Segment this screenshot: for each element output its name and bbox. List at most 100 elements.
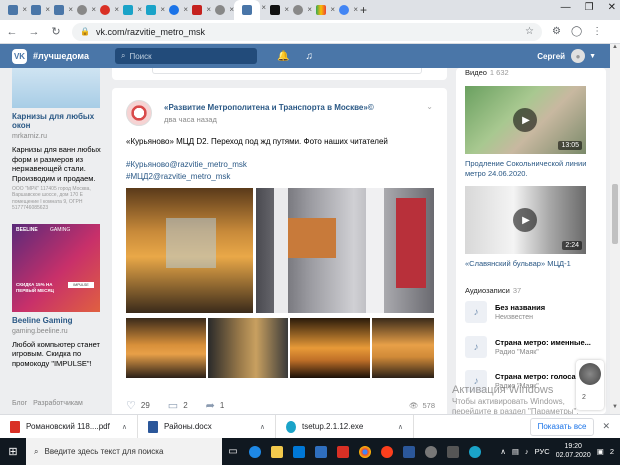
- post-photo[interactable]: [290, 318, 370, 378]
- bell-icon[interactable]: 🔔: [277, 51, 289, 62]
- profile-icon[interactable]: ◯: [571, 26, 582, 37]
- mail-icon[interactable]: [310, 438, 332, 465]
- post-time[interactable]: два часа назад: [164, 115, 217, 124]
- share-button[interactable]: ➦ 1: [206, 399, 225, 412]
- track-artist[interactable]: Радио "Маяк": [495, 349, 539, 356]
- music-note-icon[interactable]: ♪: [465, 301, 487, 323]
- avatar[interactable]: [579, 363, 601, 385]
- audio-track[interactable]: ♪ Страна метро: именные... Радио "Маяк": [465, 336, 605, 360]
- maximize-icon[interactable]: ❐: [585, 2, 594, 13]
- tab-4[interactable]: ×: [96, 2, 119, 18]
- folder-icon[interactable]: [266, 438, 288, 465]
- chevron-up-icon[interactable]: ∧: [398, 423, 403, 431]
- globe-icon[interactable]: [420, 438, 442, 465]
- music-icon[interactable]: ♫: [305, 51, 313, 62]
- tab-9[interactable]: ×: [211, 2, 234, 18]
- tab-14[interactable]: ×: [335, 2, 358, 18]
- chevron-down-icon[interactable]: ▼: [589, 53, 596, 60]
- ad-title[interactable]: Карнизы для любых окон: [12, 112, 104, 130]
- feed-input[interactable]: [152, 68, 422, 74]
- post-photo[interactable]: [208, 318, 288, 378]
- download-item[interactable]: Районы.docx ∧: [138, 414, 276, 439]
- chrome-icon[interactable]: [354, 438, 376, 465]
- video-title[interactable]: «Славянский бульвар» МЦД-1: [465, 259, 590, 269]
- word-icon[interactable]: [398, 438, 420, 465]
- page-scrollbar[interactable]: ▲ ▼: [610, 44, 620, 414]
- extension-icon[interactable]: ⚙: [552, 26, 561, 37]
- tab-8[interactable]: ×: [188, 2, 211, 18]
- reload-icon[interactable]: ↻: [50, 25, 62, 38]
- video-thumb[interactable]: ▶ 13:05: [465, 86, 586, 154]
- chevron-up-icon[interactable]: ∧: [122, 423, 127, 431]
- clock[interactable]: 19:20 02.07.2020: [556, 443, 591, 460]
- hashtag-link[interactable]: #Курьяново@razvitie_metro_msk: [126, 160, 247, 169]
- close-icon[interactable]: ✕: [602, 421, 610, 432]
- comment-button[interactable]: ▭ 2: [168, 399, 188, 412]
- audio-heading[interactable]: Аудиозаписи 37: [465, 286, 521, 295]
- tab-6[interactable]: ×: [142, 2, 165, 18]
- network-icon[interactable]: ▤: [512, 447, 519, 456]
- ad-title[interactable]: Beeline Gaming: [12, 316, 104, 325]
- tab-12[interactable]: ×: [289, 2, 312, 18]
- scroll-down-icon[interactable]: ▼: [610, 404, 620, 414]
- chevron-up-icon[interactable]: ∧: [500, 447, 506, 456]
- download-item[interactable]: tsetup.2.1.12.exe ∧: [276, 414, 414, 439]
- telegram-icon[interactable]: [464, 438, 486, 465]
- header-tag[interactable]: #лучшедома: [33, 51, 115, 61]
- windows-start-icon[interactable]: ⊞: [0, 438, 26, 465]
- play-icon[interactable]: ▶: [513, 108, 537, 132]
- ad-domain[interactable]: mrkarniz.ru: [12, 133, 104, 140]
- menu-icon[interactable]: ⋮: [592, 26, 602, 37]
- scroll-thumb[interactable]: [612, 184, 618, 244]
- tab-1[interactable]: ×: [27, 2, 50, 18]
- volume-icon[interactable]: ♪: [525, 447, 529, 456]
- language-indicator[interactable]: РУС: [535, 447, 550, 456]
- tab-active[interactable]: ×: [234, 0, 266, 20]
- ad-domain[interactable]: gaming.beeline.ru: [12, 328, 104, 335]
- post-photo[interactable]: [256, 188, 434, 313]
- ad-image[interactable]: BEELINE GAMING СКИДКА 15% НА ПЕРВЫЙ МЕСЯ…: [12, 223, 100, 312]
- hashtag-link[interactable]: #МЦД2@razvitie_metro_msk: [126, 172, 230, 181]
- chevron-up-icon[interactable]: ∧: [260, 423, 265, 431]
- like-button[interactable]: ♡ 29: [126, 399, 150, 412]
- post-author[interactable]: «Развитие Метрополитена и Транспорта в М…: [164, 103, 374, 112]
- user-name[interactable]: Сергей: [537, 52, 565, 61]
- post-photo[interactable]: [126, 188, 253, 313]
- ad-image[interactable]: [12, 68, 100, 108]
- footer-link[interactable]: Разработчикам: [33, 400, 83, 407]
- vk-logo-icon[interactable]: VK: [12, 48, 27, 64]
- play-icon[interactable]: ▶: [513, 208, 537, 232]
- tab-5[interactable]: ×: [119, 2, 142, 18]
- store-icon[interactable]: [288, 438, 310, 465]
- post-photo[interactable]: [372, 318, 434, 378]
- task-view-icon[interactable]: ▭: [222, 438, 244, 465]
- yandex-icon[interactable]: [376, 438, 398, 465]
- track-artist[interactable]: Неизвестен: [495, 314, 533, 321]
- videos-heading[interactable]: Видео 1 632: [465, 68, 509, 77]
- minimize-icon[interactable]: —: [561, 2, 571, 13]
- url-input[interactable]: 🔒 vk.com/razvitie_metro_msk ☆: [72, 22, 542, 41]
- show-all-button[interactable]: Показать все: [529, 417, 595, 436]
- tab-11[interactable]: ×: [266, 2, 289, 18]
- download-item[interactable]: Романовский 118....pdf ∧: [0, 414, 138, 439]
- tab-2[interactable]: ×: [50, 2, 73, 18]
- app-icon[interactable]: [332, 438, 354, 465]
- video-title[interactable]: Продление Сокольнической линии метро 24.…: [465, 159, 590, 179]
- post-photo[interactable]: [126, 318, 206, 378]
- forward-icon[interactable]: →: [28, 26, 40, 38]
- tab-7[interactable]: ×: [165, 2, 188, 18]
- audio-track[interactable]: ♪ Без названия Неизвестен: [465, 301, 605, 325]
- scroll-up-icon[interactable]: ▲: [610, 44, 620, 54]
- new-tab-button[interactable]: +: [360, 3, 367, 17]
- chat-widget[interactable]: 2: [576, 360, 604, 410]
- edge-icon[interactable]: [244, 438, 266, 465]
- tab-3[interactable]: ×: [73, 2, 96, 18]
- video-thumb[interactable]: ▶ 2:24: [465, 186, 586, 254]
- close-icon[interactable]: ×: [353, 5, 358, 14]
- tab-13[interactable]: ×: [312, 2, 335, 18]
- star-icon[interactable]: ☆: [525, 26, 534, 37]
- music-note-icon[interactable]: ♪: [465, 336, 487, 358]
- footer-link[interactable]: Блог: [12, 400, 27, 407]
- community-avatar[interactable]: [126, 100, 152, 126]
- tab-0[interactable]: ×: [4, 2, 27, 18]
